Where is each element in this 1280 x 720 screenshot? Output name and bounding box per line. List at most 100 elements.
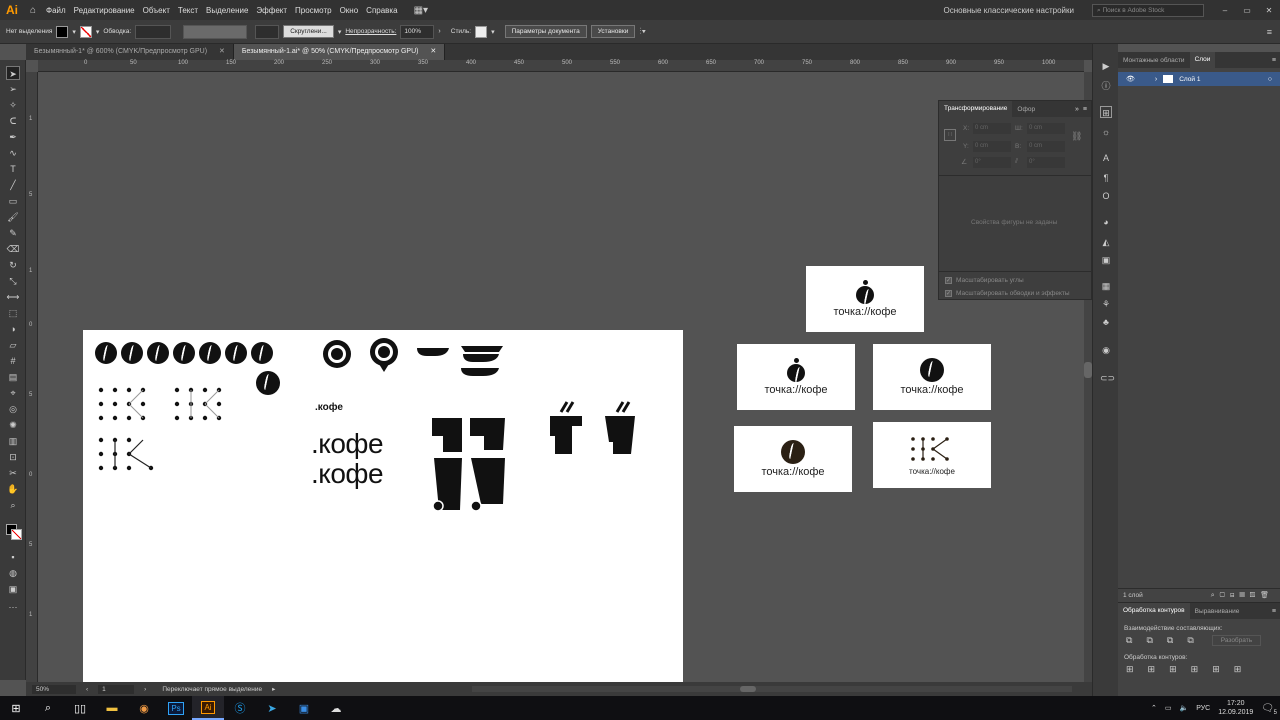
document-setup-button[interactable]: Параметры документа [504, 25, 587, 38]
screen-mode-icon[interactable]: ▣ [6, 582, 20, 596]
panel-menu-icon[interactable]: ≡ [1267, 27, 1272, 37]
zoom-level[interactable]: 50% [32, 684, 76, 694]
pen-tool-icon[interactable]: ✒ [6, 130, 20, 144]
more-tools-icon[interactable]: ··· [6, 600, 20, 614]
divide-icon[interactable]: ⊞ [1126, 664, 1134, 675]
fill-stroke-icon[interactable] [6, 524, 22, 540]
kofe-large-text-2[interactable]: .кофе [311, 458, 384, 490]
menu-file[interactable]: Файл [42, 6, 70, 15]
exclude-icon[interactable]: ⧉ [1187, 635, 1193, 646]
opentype-icon[interactable]: O [1100, 190, 1112, 202]
line-tool-icon[interactable]: ╱ [6, 178, 20, 192]
layer-row[interactable]: 👁 › Слой 1 ○ [1118, 72, 1280, 86]
kofe-small-text[interactable]: .кофе [315, 402, 343, 413]
fill-dropdown-icon[interactable]: ▾ [72, 28, 76, 36]
stroke-swatch[interactable] [79, 25, 92, 38]
brush-field[interactable] [255, 24, 280, 39]
crop-icon[interactable]: ⊞ [1191, 664, 1199, 675]
type-tool-icon[interactable]: T [6, 162, 20, 176]
workspace-switcher[interactable]: Основные классические настройки [944, 6, 1074, 15]
rotate-field[interactable]: 0° [973, 157, 1011, 168]
minus-back-icon[interactable]: ⊞ [1234, 664, 1242, 675]
collapse-panel-icon[interactable]: » [1075, 106, 1083, 113]
mesh-icon[interactable]: # [6, 354, 20, 368]
telegram-icon[interactable]: ➤ [256, 696, 288, 720]
color-mode-icon[interactable]: ▪ [6, 550, 20, 564]
info-icon[interactable]: ⓘ [1100, 80, 1112, 92]
arrange-docs-icon[interactable]: ▦▾ [414, 5, 428, 16]
next-artboard-icon[interactable]: › [144, 686, 146, 693]
slice-tool-icon[interactable]: ✂ [6, 466, 20, 480]
takeaway-cup-icons[interactable] [429, 414, 519, 524]
reference-point-icon[interactable]: ∷ [944, 129, 956, 141]
gradient-icon[interactable]: ▤ [6, 370, 20, 384]
shaper-icon[interactable]: ✎ [6, 226, 20, 240]
menu-select[interactable]: Выделение [202, 6, 252, 15]
intersect-icon[interactable]: ⧉ [1167, 635, 1173, 646]
fill-swatch[interactable] [56, 25, 69, 38]
close-button[interactable]: ✕ [1258, 6, 1280, 15]
width-tool-icon[interactable]: ⟷ [6, 290, 20, 304]
scale-icon[interactable]: ⤡ [6, 274, 20, 288]
free-transform-icon[interactable]: ⬚ [6, 306, 20, 320]
close-tab-icon[interactable]: ✕ [430, 48, 436, 55]
panel-menu-icon[interactable]: ≡ [1083, 106, 1091, 113]
photoshop-icon[interactable]: Ps [160, 696, 192, 720]
tab-align[interactable]: Выравнивание [1190, 608, 1245, 615]
selection-tool-icon[interactable]: ➤ [6, 66, 20, 80]
stroke-dropdown-icon[interactable]: ▾ [96, 28, 100, 36]
clock[interactable]: 17:20 12.09.2019 [1218, 699, 1253, 717]
keyboard-language[interactable]: РУС [1196, 705, 1210, 712]
height-field[interactable]: 0 cm [1027, 141, 1065, 152]
scale-strokes-checkbox[interactable]: ✓ Масштабировать обводки и эффекты [945, 290, 1070, 297]
links-icon[interactable]: ⊂⊃ [1100, 372, 1115, 384]
prev-artboard-icon[interactable]: ‹ [86, 686, 88, 693]
style-swatch[interactable] [475, 25, 488, 38]
opacity-arrow-icon[interactable]: › [438, 28, 440, 35]
brushes-icon[interactable]: ⚘ [1100, 298, 1112, 310]
draw-mode-icon[interactable]: ◍ [6, 566, 20, 580]
color-icon[interactable]: ◕ [1100, 216, 1112, 228]
curvature-icon[interactable]: ∿ [6, 146, 20, 160]
cup-icons-top[interactable] [413, 340, 513, 385]
trim-icon[interactable]: ⊞ [1148, 664, 1156, 675]
preferences-button[interactable]: Установки [590, 25, 636, 38]
menu-object[interactable]: Объект [139, 6, 174, 15]
magic-wand-icon[interactable]: ✧ [6, 98, 20, 112]
expand-layer-icon[interactable]: › [1155, 76, 1157, 83]
scroll-thumb[interactable] [740, 686, 756, 692]
dot-grid-logos[interactable] [93, 382, 243, 482]
link-proportions-icon[interactable]: ⛓ [1071, 131, 1082, 142]
logo-card-4[interactable]: точка://кофе [734, 426, 852, 492]
x-field[interactable]: 0 cm [973, 123, 1011, 134]
logo-card-1[interactable]: точка://кофе [806, 266, 924, 332]
tray-up-arrow-icon[interactable]: ⌃ [1151, 704, 1157, 712]
paintbrush-icon[interactable]: 🖌 [6, 210, 20, 224]
menu-effect[interactable]: Эффект [252, 6, 291, 15]
bean-icons-row[interactable] [95, 342, 273, 364]
variable-width-field[interactable] [183, 24, 248, 39]
merge-icon[interactable]: ⊞ [1169, 664, 1177, 675]
rectangle-tool-icon[interactable]: ▭ [6, 194, 20, 208]
direct-selection-icon[interactable]: ➢ [6, 82, 20, 96]
artboard-tool-icon[interactable]: ⊡ [6, 450, 20, 464]
align-icon[interactable]: ☼ [1100, 126, 1112, 138]
close-tab-icon[interactable]: ✕ [219, 48, 225, 55]
windows-start-icon[interactable]: ⊞ [0, 696, 32, 720]
artboard[interactable]: .кофе .кофе .кофе [83, 330, 683, 682]
swatches-icon[interactable]: ▦ [1100, 280, 1112, 292]
home-icon[interactable]: ⌂ [24, 5, 42, 16]
layer-footer-icons[interactable]: ⌕▢⊟▤▧🗑 [1211, 591, 1274, 600]
zoom-tool-icon[interactable]: ⌕ [6, 498, 20, 512]
outline-icon[interactable]: ⊞ [1212, 664, 1220, 675]
illustrator-taskbar-icon[interactable]: Ai [192, 696, 224, 720]
target-icons[interactable] [319, 338, 409, 378]
scale-corners-checkbox[interactable]: ✓ Масштабировать углы [945, 277, 1024, 284]
app-w-icon[interactable]: ▣ [288, 696, 320, 720]
eyedropper-icon[interactable]: ⌖ [6, 386, 20, 400]
unite-icon[interactable]: ⧉ [1126, 635, 1132, 646]
eraser-icon[interactable]: ⌫ [6, 242, 20, 256]
style-dropdown-icon[interactable]: ▾ [491, 28, 495, 36]
hand-tool-icon[interactable]: ✋ [6, 482, 20, 496]
tab-appearance[interactable]: Офор [1012, 106, 1040, 113]
